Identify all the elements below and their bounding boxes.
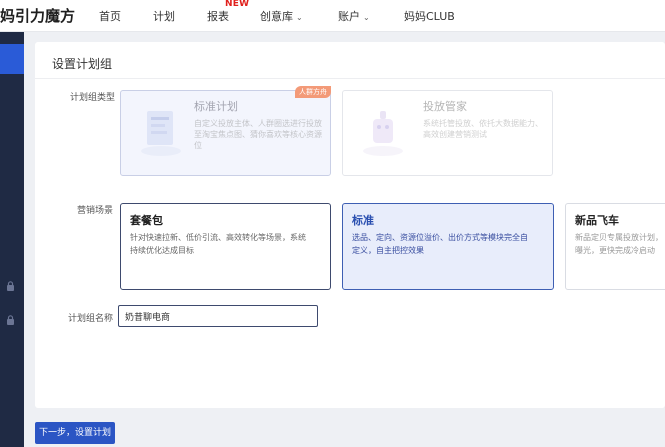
chevron-down-icon: ⌄	[296, 13, 303, 22]
scene-desc: 针对快速拉新、低价引流、高效转化等场景，系统 持续优化达成目标	[130, 233, 306, 255]
scene-title: 新品飞车	[575, 214, 619, 227]
plan-type-desc: 自定义投放主体、人群圈选进行投放至淘宝焦点图、猜你喜欢等核心资源位	[194, 119, 322, 150]
next-step-button[interactable]: 下一步，设置计划	[35, 422, 115, 444]
nav-item-creative[interactable]: 创意库 ⌄	[260, 8, 303, 24]
left-sidebar	[0, 32, 24, 447]
scene-title: 套餐包	[130, 214, 163, 227]
divider	[35, 78, 665, 79]
nav-item-account[interactable]: 账户 ⌄	[338, 8, 370, 24]
scene-desc: 新品定贝专属投放计划， 曝光，更快完成冷启动	[575, 233, 663, 255]
plan-name-input[interactable]	[118, 305, 318, 327]
panel-title: 设置计划组	[52, 57, 113, 71]
scene-new-product-card[interactable]: 新品飞车 新品定贝专属投放计划， 曝光，更快完成冷启动	[565, 203, 665, 290]
robot-illustration-icon	[363, 111, 403, 156]
scene-package-card[interactable]: 套餐包 针对快速拉新、低价引流、高效转化等场景，系统 持续优化达成目标	[120, 203, 331, 290]
scene-title: 标准	[352, 214, 374, 227]
lock-icon	[6, 281, 15, 294]
plan-type-managed-card[interactable]: 投放管家 系统托管投放、依托大数据能力、高效创建营销测试	[342, 90, 553, 176]
plan-type-desc: 系统托管投放、依托大数据能力、高效创建营销测试	[423, 119, 543, 139]
plan-type-standard-card[interactable]: 人群方舟 标准计划 自定义投放主体、人群圈选进行投放至淘宝焦点图、猜你喜欢等核心…	[120, 86, 331, 176]
chevron-down-icon: ⌄	[363, 13, 370, 22]
top-nav: 妈引力魔方 首页 计划 报表 NEW 创意库 ⌄ 账户 ⌄ 妈妈CLUB	[0, 0, 665, 32]
document-illustration-icon	[141, 111, 181, 156]
setup-panel: 设置计划组 计划组类型 人群方舟 标准计划 自定义投放主体、人群圈选进行投放至淘…	[35, 42, 665, 408]
app-logo[interactable]: 妈引力魔方	[0, 5, 75, 26]
plan-name-label: 计划组名称	[67, 314, 113, 324]
sidebar-item-active[interactable]	[0, 44, 24, 74]
nav-item-report[interactable]: 报表	[207, 8, 229, 24]
nav-item-plan[interactable]: 计划	[153, 8, 175, 24]
nav-label-creative: 创意库	[260, 10, 293, 23]
lock-icon	[6, 315, 15, 328]
nav-item-home[interactable]: 首页	[99, 8, 121, 24]
scene-desc: 选品、定向、资源位溢价、出价方式等模块完全自 定义，自主把控效果	[352, 233, 528, 255]
plan-type-label: 计划组类型	[69, 93, 115, 103]
nav-label-account: 账户	[338, 10, 360, 23]
scene-label: 营销场景	[76, 206, 113, 216]
new-badge: NEW	[225, 0, 250, 9]
scene-standard-card[interactable]: 标准 选品、定向、资源位溢价、出价方式等模块完全自 定义，自主把控效果	[342, 203, 554, 290]
plan-type-title: 标准计划	[194, 100, 238, 113]
crowd-ark-badge: 人群方舟	[295, 86, 331, 98]
nav-item-club[interactable]: 妈妈CLUB	[404, 8, 455, 24]
plan-type-title: 投放管家	[423, 100, 467, 113]
